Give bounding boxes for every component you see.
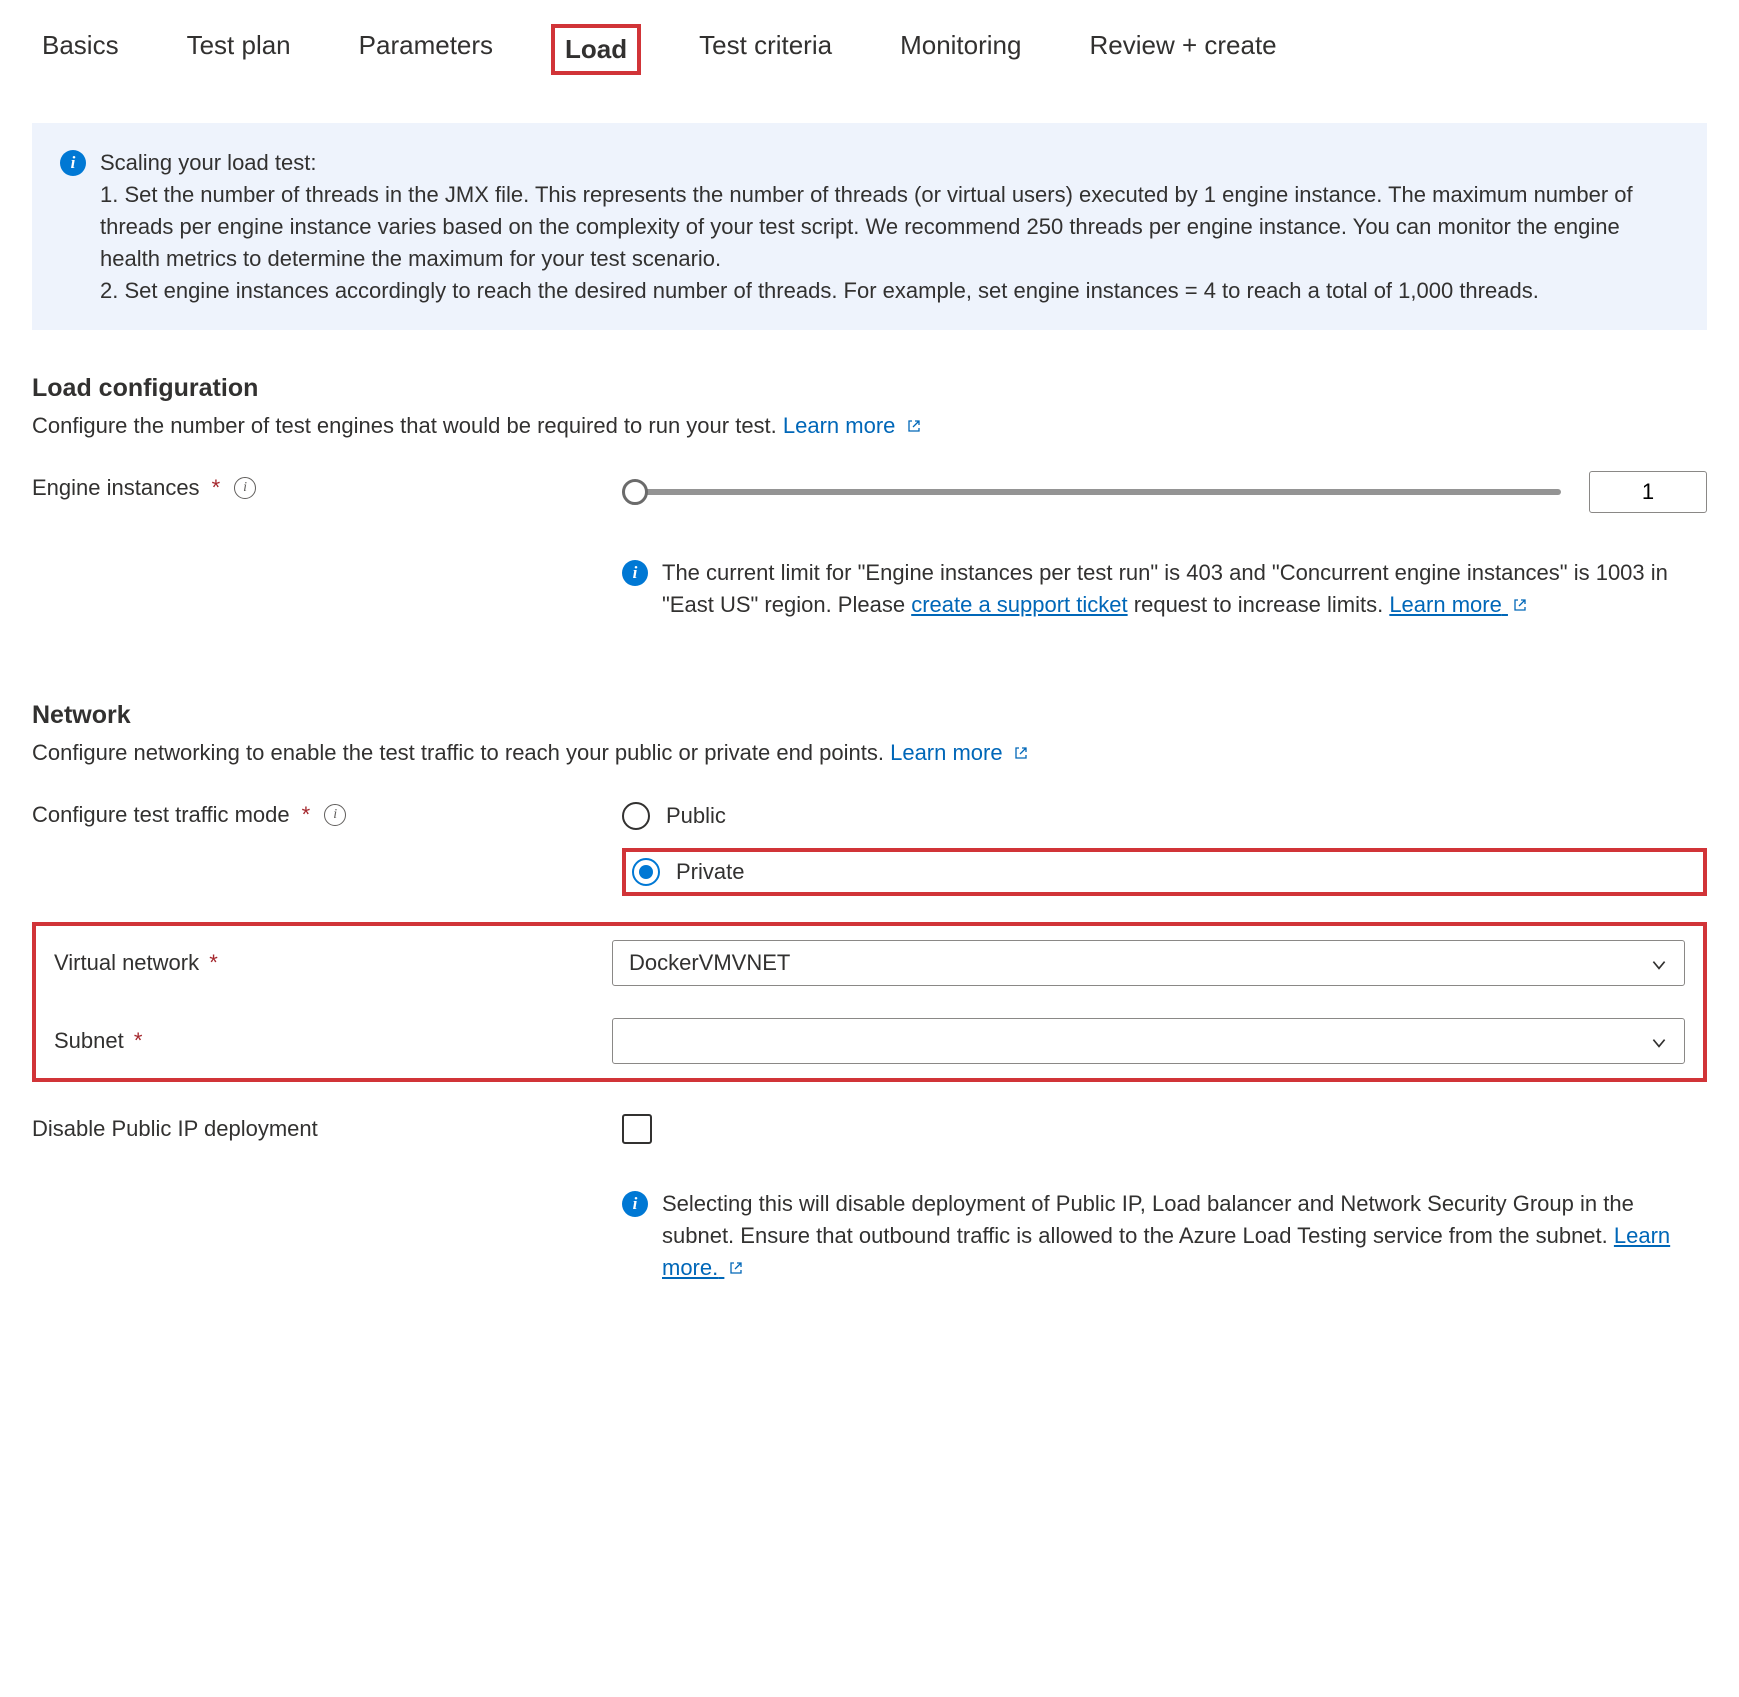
load-config-learn-more-link[interactable]: Learn more xyxy=(783,413,922,438)
chevron-down-icon xyxy=(1650,954,1668,972)
vnet-subnet-highlight-box: Virtual network * DockerVMVNET Subnet * xyxy=(32,922,1707,1082)
private-highlight-box: Private xyxy=(622,848,1707,896)
engine-limit-note: The current limit for "Engine instances … xyxy=(662,557,1707,621)
engine-instances-row: Engine instances * i xyxy=(32,471,1707,513)
virtual-network-label-text: Virtual network xyxy=(54,950,199,975)
tab-parameters[interactable]: Parameters xyxy=(349,24,503,75)
radio-private[interactable]: Private xyxy=(632,858,744,886)
tab-monitoring[interactable]: Monitoring xyxy=(890,24,1031,75)
required-indicator: * xyxy=(212,475,221,501)
tab-bar: Basics Test plan Parameters Load Test cr… xyxy=(32,24,1707,75)
scaling-info-line1: 1. Set the number of threads in the JMX … xyxy=(100,182,1633,271)
traffic-mode-label: Configure test traffic mode * i xyxy=(32,798,622,828)
network-desc-text: Configure networking to enable the test … xyxy=(32,740,890,765)
traffic-mode-label-text: Configure test traffic mode xyxy=(32,802,290,828)
scaling-info-line2: 2. Set engine instances accordingly to r… xyxy=(100,278,1539,303)
disable-public-ip-label: Disable Public IP deployment xyxy=(32,1116,622,1142)
create-support-ticket-link[interactable]: create a support ticket xyxy=(911,592,1127,617)
disable-public-ip-row: Disable Public IP deployment xyxy=(32,1114,1707,1144)
network-desc: Configure networking to enable the test … xyxy=(32,740,1707,766)
tab-load[interactable]: Load xyxy=(551,24,641,75)
tab-test-criteria[interactable]: Test criteria xyxy=(689,24,842,75)
tab-test-plan[interactable]: Test plan xyxy=(177,24,301,75)
info-hint-icon[interactable]: i xyxy=(324,804,346,826)
chevron-down-icon xyxy=(1650,1032,1668,1050)
subnet-label: Subnet * xyxy=(54,1028,612,1054)
disable-ip-note: Selecting this will disable deployment o… xyxy=(662,1188,1707,1284)
limits-learn-more-text: Learn more xyxy=(1389,592,1502,617)
radio-circle-icon xyxy=(622,802,650,830)
disable-public-ip-checkbox[interactable] xyxy=(622,1114,652,1144)
slider-thumb[interactable] xyxy=(622,479,648,505)
subnet-row: Subnet * xyxy=(54,1018,1685,1064)
disable-ip-note-row: i Selecting this will disable deployment… xyxy=(32,1188,1707,1284)
traffic-mode-row: Configure test traffic mode * i Public P… xyxy=(32,798,1707,896)
required-indicator: * xyxy=(209,950,218,975)
engine-instances-label-text: Engine instances xyxy=(32,475,200,501)
engine-instances-slider[interactable] xyxy=(622,479,1561,505)
tab-review-create[interactable]: Review + create xyxy=(1079,24,1286,75)
engine-instances-input[interactable] xyxy=(1589,471,1707,513)
info-hint-icon[interactable]: i xyxy=(234,477,256,499)
tab-basics[interactable]: Basics xyxy=(32,24,129,75)
load-config-title: Load configuration xyxy=(32,374,1707,403)
subnet-select[interactable] xyxy=(612,1018,1685,1064)
virtual-network-select[interactable]: DockerVMVNET xyxy=(612,940,1685,986)
network-learn-more-link[interactable]: Learn more xyxy=(890,740,1029,765)
limits-learn-more-link[interactable]: Learn more xyxy=(1389,592,1528,617)
external-link-icon xyxy=(728,1260,744,1276)
radio-dot-icon xyxy=(639,865,653,879)
load-config-desc: Configure the number of test engines tha… xyxy=(32,413,1707,439)
disable-ip-note-text: Selecting this will disable deployment o… xyxy=(662,1191,1634,1248)
radio-public[interactable]: Public xyxy=(622,798,1707,834)
load-config-desc-text: Configure the number of test engines tha… xyxy=(32,413,783,438)
info-icon: i xyxy=(622,1191,648,1217)
network-title: Network xyxy=(32,701,1707,730)
limit-text-2: request to increase limits. xyxy=(1134,592,1390,617)
info-icon: i xyxy=(60,150,86,176)
scaling-info-title: Scaling your load test: xyxy=(100,150,316,175)
virtual-network-label: Virtual network * xyxy=(54,950,612,976)
network-learn-more-text: Learn more xyxy=(890,740,1003,765)
external-link-icon xyxy=(906,418,922,434)
required-indicator: * xyxy=(302,802,311,828)
radio-circle-icon xyxy=(632,858,660,886)
engine-instances-label: Engine instances * i xyxy=(32,471,622,501)
scaling-info-text: Scaling your load test: 1. Set the numbe… xyxy=(100,147,1679,306)
engine-limit-note-row: i The current limit for "Engine instance… xyxy=(32,557,1707,621)
subnet-label-text: Subnet xyxy=(54,1028,124,1053)
external-link-icon xyxy=(1512,597,1528,613)
radio-public-label: Public xyxy=(666,803,726,829)
required-indicator: * xyxy=(134,1028,143,1053)
virtual-network-row: Virtual network * DockerVMVNET xyxy=(54,940,1685,986)
load-config-learn-more-text: Learn more xyxy=(783,413,896,438)
radio-private-label: Private xyxy=(676,859,744,885)
virtual-network-value: DockerVMVNET xyxy=(629,950,790,976)
info-icon: i xyxy=(622,560,648,586)
slider-track xyxy=(622,489,1561,495)
traffic-mode-radio-group: Public Private xyxy=(622,798,1707,896)
scaling-info-box: i Scaling your load test: 1. Set the num… xyxy=(32,123,1707,330)
external-link-icon xyxy=(1013,745,1029,761)
